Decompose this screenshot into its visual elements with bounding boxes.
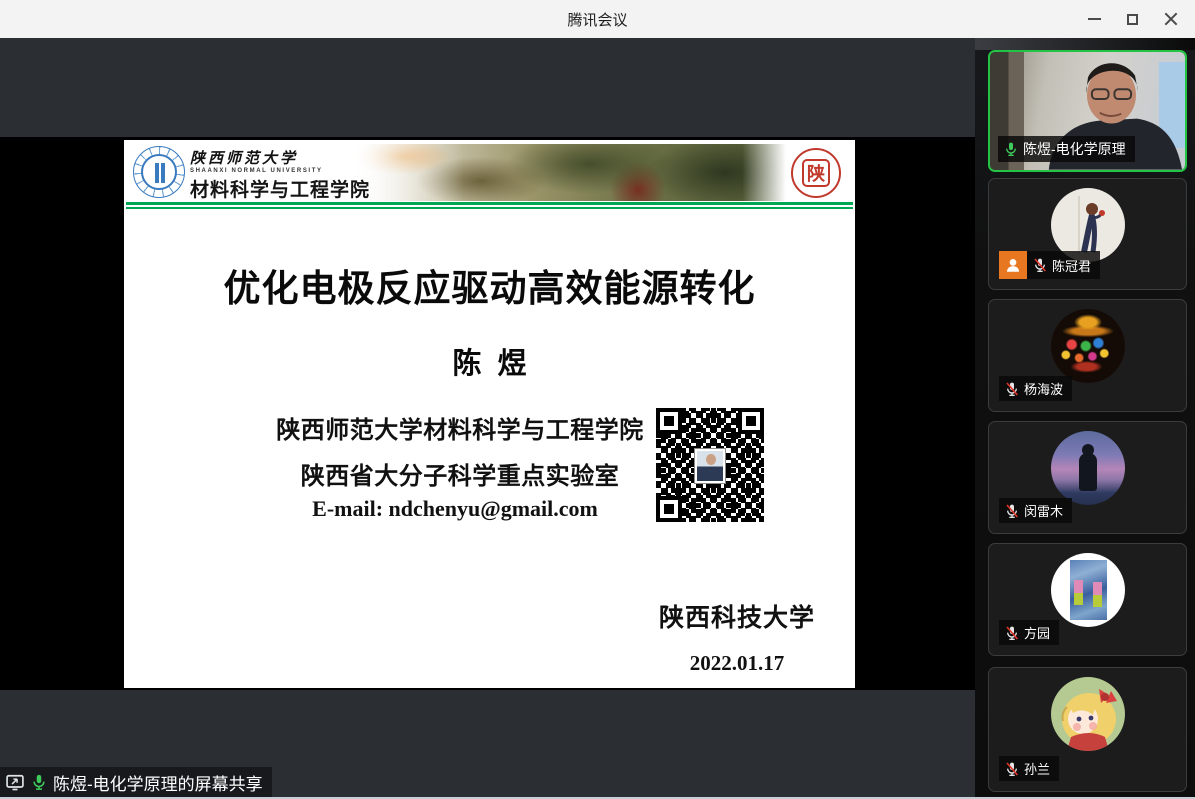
tencent-meeting-window: 腾讯会议 陕西师范大学 SHAANXI NORMAL UNIVERSITY <box>0 0 1195 799</box>
venue-date-block: 陕西科技大学 2022.01.17 <box>659 598 815 676</box>
qr-finder-bottom-left <box>656 496 682 522</box>
window-controls <box>1075 0 1189 38</box>
wechat-qr-code <box>654 406 766 524</box>
qr-center-portrait <box>694 448 726 484</box>
university-name-script: 陕西师范大学 <box>190 147 370 168</box>
seal-character: 陕 <box>802 159 830 187</box>
participant-name: 陈煜-电化学原理 <box>1023 139 1126 159</box>
presenter-name: 陈 煜 <box>124 340 855 382</box>
participant-name: 陈冠君 <box>1052 256 1091 275</box>
school-name: 材料科学与工程学院 <box>190 175 370 201</box>
venue-name: 陕西科技大学 <box>659 598 815 634</box>
participant-name: 方园 <box>1024 623 1050 642</box>
screen-share-banner: 陈煜-电化学原理的屏幕共享 <box>0 767 272 797</box>
video-tile-minleimu[interactable]: 闵雷木 <box>988 421 1187 534</box>
name-tag: 陈煜-电化学原理 <box>998 136 1135 162</box>
mic-on-icon <box>30 773 48 791</box>
mic-muted-icon <box>1004 381 1020 397</box>
avatar <box>1051 677 1125 751</box>
name-tag: 方园 <box>999 620 1059 645</box>
name-tag: 陈冠君 <box>1027 251 1100 279</box>
close-icon <box>1164 13 1177 26</box>
minimize-button[interactable] <box>1075 0 1113 38</box>
presentation-slide: 陕西师范大学 SHAANXI NORMAL UNIVERSITY 材料科学与工程… <box>124 140 855 688</box>
qr-finder-top-right <box>738 408 764 434</box>
video-tile-sunlan[interactable]: 孙兰 <box>988 667 1187 792</box>
participant-name: 闵雷木 <box>1024 501 1063 520</box>
minimize-icon <box>1088 18 1101 20</box>
university-name-en: SHAANXI NORMAL UNIVERSITY <box>190 168 370 174</box>
campus-photo <box>350 144 786 201</box>
university-seal: 陕 <box>791 148 841 198</box>
university-text-block: 陕西师范大学 SHAANXI NORMAL UNIVERSITY 材料科学与工程… <box>190 147 370 201</box>
green-divider-bottom <box>126 207 853 209</box>
video-tile-chenguanjun[interactable]: 陈冠君 <box>988 178 1187 290</box>
shared-screen-area: 陕西师范大学 SHAANXI NORMAL UNIVERSITY 材料科学与工程… <box>0 38 975 797</box>
screen-share-icon <box>5 772 25 792</box>
mic-muted-icon <box>1004 761 1020 777</box>
participant-panel: 陈煜-电化学原理 <box>975 38 1195 797</box>
video-tile-chenyu[interactable]: 陈煜-电化学原理 <box>988 50 1187 172</box>
avatar <box>1051 309 1125 383</box>
close-button[interactable] <box>1151 0 1189 38</box>
avatar <box>1051 553 1125 627</box>
participant-name: 孙兰 <box>1024 759 1050 778</box>
letterbox-top <box>0 38 975 137</box>
slide-date: 2022.01.17 <box>659 651 815 676</box>
panel-top-shade <box>975 38 1195 50</box>
qr-finder-top-left <box>656 408 682 434</box>
avatar <box>1051 431 1125 505</box>
shared-screen-viewport: 陕西师范大学 SHAANXI NORMAL UNIVERSITY 材料科学与工程… <box>0 137 975 690</box>
member-badge-icon <box>999 251 1027 279</box>
mic-on-icon <box>1003 141 1019 157</box>
maximize-button[interactable] <box>1113 0 1151 38</box>
participant-name: 杨海波 <box>1024 379 1063 398</box>
mic-muted-icon <box>1004 625 1020 641</box>
name-tag: 闵雷木 <box>999 498 1072 523</box>
mic-muted-icon <box>1032 257 1048 273</box>
titlebar: 腾讯会议 <box>0 0 1195 38</box>
slide-header-banner: 陕西师范大学 SHAANXI NORMAL UNIVERSITY 材料科学与工程… <box>128 144 851 201</box>
meeting-content: 陕西师范大学 SHAANXI NORMAL UNIVERSITY 材料科学与工程… <box>0 38 1195 797</box>
green-divider-top <box>126 202 853 205</box>
video-tile-yanghaibo[interactable]: 杨海波 <box>988 299 1187 412</box>
window-title: 腾讯会议 <box>567 9 627 30</box>
video-tile-fangyuan[interactable]: 方园 <box>988 543 1187 656</box>
name-tag: 杨海波 <box>999 376 1072 401</box>
name-tag: 孙兰 <box>999 756 1059 781</box>
mic-muted-icon <box>1004 503 1020 519</box>
slide-title: 优化电极反应驱动高效能源转化 <box>124 258 855 312</box>
screen-share-label: 陈煜-电化学原理的屏幕共享 <box>53 770 263 795</box>
maximize-icon <box>1127 14 1138 25</box>
university-logo <box>133 146 185 198</box>
